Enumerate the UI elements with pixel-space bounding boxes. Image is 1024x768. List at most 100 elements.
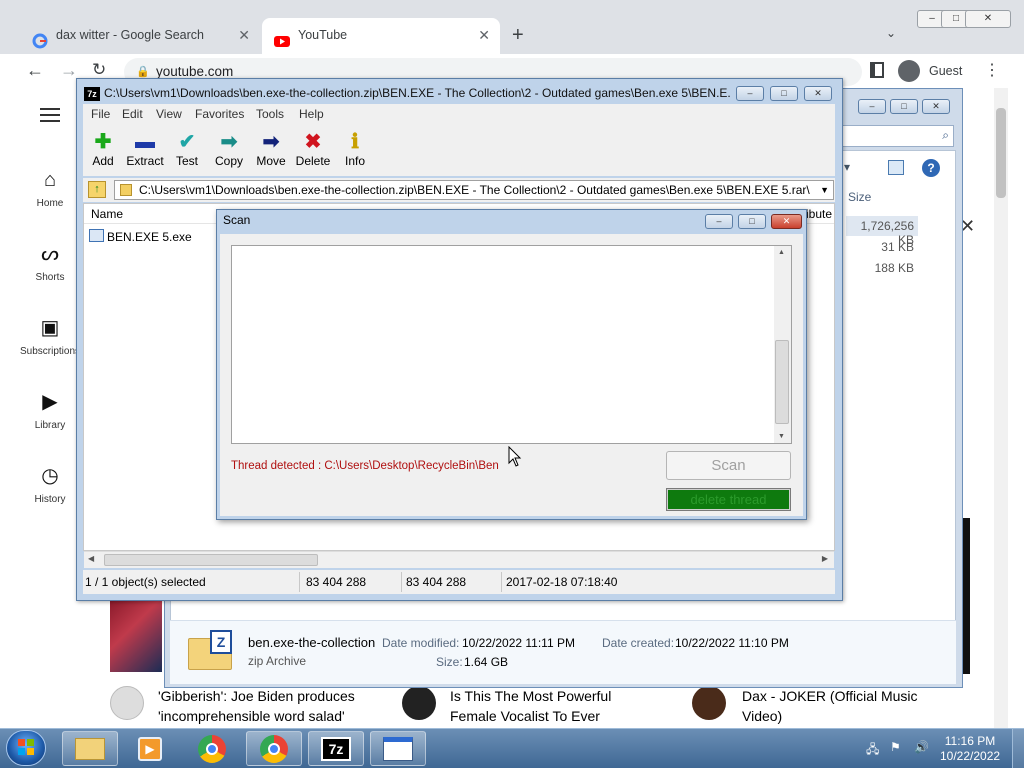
explorer-maximize-button[interactable]: □ [890,99,918,114]
channel-avatar[interactable] [110,686,144,720]
network-icon[interactable]: 🖧 [866,740,879,761]
tab-title: YouTube [298,28,348,42]
scroll-down-icon[interactable]: ▼ [778,433,785,440]
new-tab-button[interactable]: + [512,24,524,47]
scan-close-button[interactable]: ✕ [771,214,802,229]
size-column-header[interactable]: Size [848,190,871,204]
scan-log-textbox[interactable] [231,245,792,444]
info-button[interactable]: ℹ Info [332,130,378,168]
status-divider [299,572,300,592]
attributes-column-header[interactable]: ibute [806,207,832,221]
video-thumbnail[interactable] [110,600,162,672]
7zip-horizontal-scrollbar[interactable]: ◀ ▶ [84,551,834,568]
explorer-search-box[interactable]: ⌕ [842,125,954,147]
taskbar-chrome-window[interactable] [246,731,302,766]
show-desktop-button[interactable] [1012,729,1024,768]
page-scrollbar[interactable] [994,88,1008,728]
side-panel-icon[interactable] [870,62,884,78]
copy-button[interactable]: ➡ Copy [206,130,252,168]
start-button[interactable] [6,730,46,766]
explorer-close-button[interactable]: ✕ [922,99,950,114]
help-icon[interactable]: ? [922,159,940,177]
close-tab-icon[interactable]: ✕ [238,18,250,52]
7zip-close-button[interactable]: ✕ [804,86,832,101]
extract-button[interactable]: ▬ Extract [122,130,168,168]
menu-help[interactable]: Help [299,104,324,124]
clock-time: 11:16 PM [944,734,996,748]
scan-maximize-button[interactable]: □ [738,214,766,229]
menu-kebab-icon[interactable]: ⋮ [984,60,1000,80]
scroll-up-icon[interactable]: ▲ [778,249,785,256]
7zip-minimize-button[interactable]: – [736,86,764,101]
name-column-header[interactable]: Name [91,207,123,221]
details-created-value: 10/22/2022 11:10 PM [675,636,789,650]
scan-button[interactable]: Scan [666,451,791,480]
file-name: BEN.EXE 5.exe [107,230,192,244]
profile-avatar[interactable] [898,60,920,82]
size-cell: 31 KB [881,240,914,254]
close-button[interactable]: ✕ [965,10,1011,28]
scan-minimize-button[interactable]: – [705,214,733,229]
chrome-icon [198,735,226,763]
scroll-thumb[interactable] [104,554,318,566]
action-center-flag-icon[interactable]: ⚑ [890,740,901,754]
taskbar-media-player[interactable]: ▶ [122,731,178,766]
folder-icon [120,184,132,196]
taskbar-explorer[interactable] [62,731,118,766]
back-icon[interactable]: ← [26,60,44,81]
taskbar-scan-window[interactable] [370,731,426,766]
mouse-cursor-icon [508,445,522,471]
menu-tools[interactable]: Tools [256,104,284,124]
test-icon: ✔ [178,131,196,153]
scan-dialog-title: Scan [223,213,251,227]
taskbar-7zip[interactable]: 7z [308,731,364,766]
clock[interactable]: 11:16 PM 10/22/2022 [940,734,1000,764]
delete-threat-button[interactable]: delete thread [666,488,791,511]
close-tab-icon[interactable]: ✕ [478,18,490,52]
menu-view[interactable]: View [156,104,182,124]
delete-icon: ✖ [304,131,322,153]
reload-icon[interactable]: ↻ [92,60,106,80]
preview-pane-icon[interactable] [888,160,904,175]
view-options-icon[interactable]: ▾ [844,160,850,174]
scroll-left-icon[interactable]: ◀ [88,554,94,563]
7zip-title-text: C:\Users\vm1\Downloads\ben.exe-the-colle… [104,86,730,100]
test-button[interactable]: ✔ Test [164,130,210,168]
clock-date: 10/22/2022 [940,749,1001,763]
youtube-icon [274,28,290,47]
channel-avatar[interactable] [692,686,726,720]
taskbar-chrome[interactable] [184,731,240,766]
tool-label: Move [256,154,286,168]
add-button[interactable]: ✚ Add [80,130,126,168]
video-title[interactable]: Dax - JOKER (Official Music Video) [742,686,962,726]
scan-log-scrollbar[interactable]: ▲ ▼ [774,246,791,443]
delete-button[interactable]: ✖ Delete [290,130,336,168]
tab-search-icon[interactable]: ⌄ [886,26,896,40]
extract-icon: ▬ [135,131,155,153]
channel-avatar[interactable] [402,686,436,720]
video-title[interactable]: 'Gibberish': Joe Biden produces 'incompr… [158,686,398,726]
tool-label: Test [175,154,198,168]
tool-label: Copy [214,154,243,168]
scroll-right-icon[interactable]: ▶ [822,554,828,563]
menu-edit[interactable]: Edit [122,104,143,124]
7zip-path-combobox[interactable]: C:\Users\vm1\Downloads\ben.exe-the-colle… [114,180,834,200]
up-folder-icon[interactable]: ↑ [88,181,106,198]
volume-icon[interactable]: 🔊 [914,740,929,754]
dropdown-arrow-icon[interactable]: ▼ [820,181,829,199]
tab-google-search[interactable]: dax witter - Google Search ✕ [20,18,260,54]
explorer-minimize-button[interactable]: – [858,99,886,114]
tab-youtube[interactable]: YouTube ✕ [262,18,500,54]
video-title-line: Is This The Most Powerful [450,688,612,704]
7zip-maximize-button[interactable]: □ [770,86,798,101]
hamburger-menu-icon[interactable] [40,108,60,122]
video-title-line: Video) [742,708,783,724]
video-title[interactable]: Is This The Most Powerful Female Vocalis… [450,686,670,726]
7zip-title-bar[interactable]: 7z C:\Users\vm1\Downloads\ben.exe-the-col… [80,82,730,104]
menu-file[interactable]: File [91,104,110,124]
profile-label: Guest [929,64,963,78]
move-button[interactable]: ➡ Move [248,130,294,168]
menu-favorites[interactable]: Favorites [195,104,244,124]
scroll-thumb[interactable] [775,340,789,424]
7zip-icon: 7z [321,737,351,761]
